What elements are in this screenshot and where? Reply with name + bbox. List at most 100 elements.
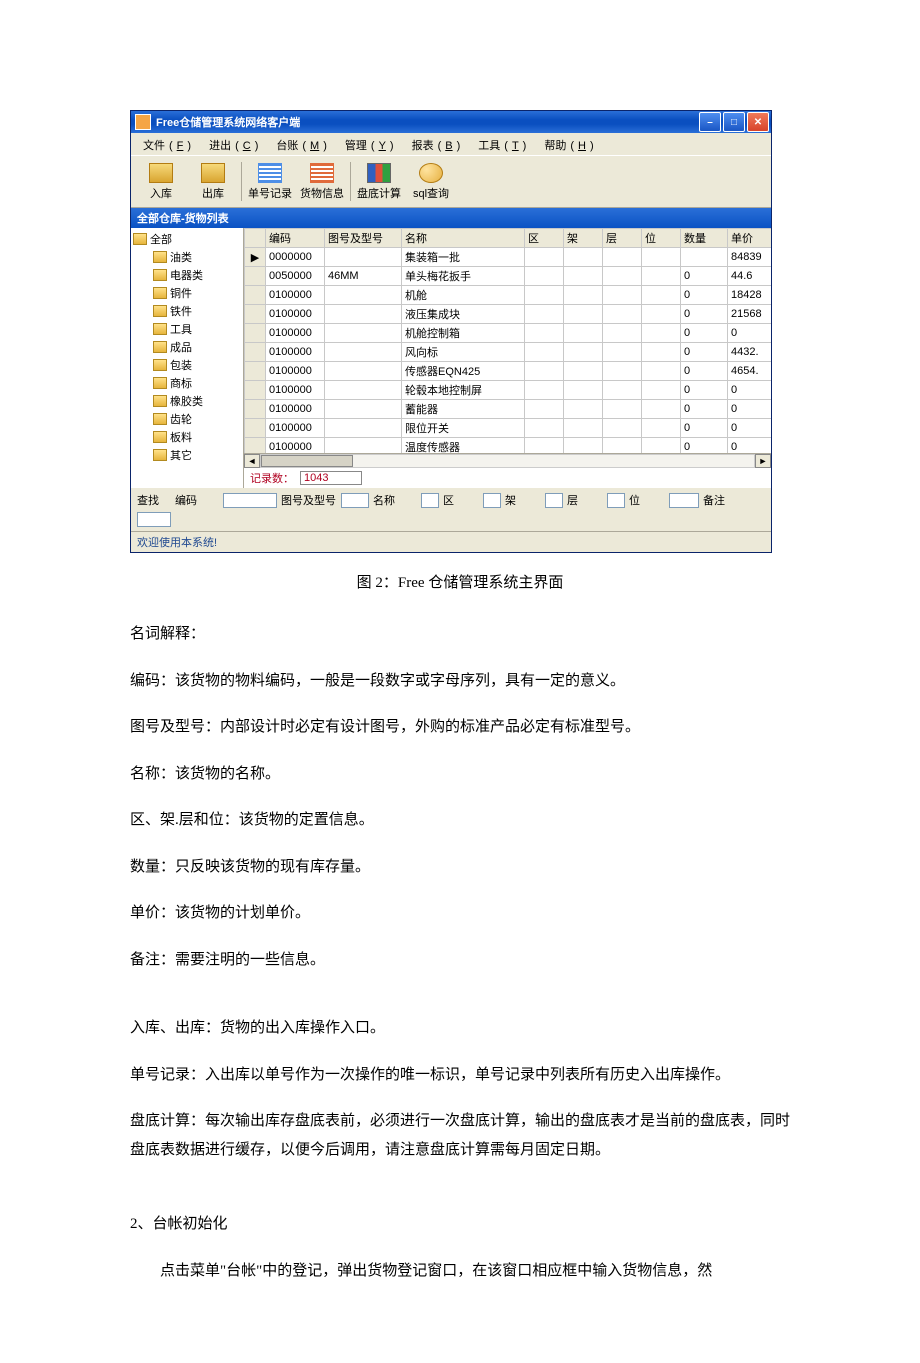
table-row[interactable]: 0100000蓄能器00欧洲 [245, 400, 772, 419]
para-io: 入库、出库：货物的出入库操作入口。 [130, 1014, 790, 1043]
search-note-input[interactable] [137, 512, 171, 527]
cell: 46MM [325, 267, 402, 286]
search-layer-input[interactable] [607, 493, 625, 508]
col-pos[interactable]: 位 [642, 229, 681, 248]
titlebar[interactable]: Free仓储管理系统网络客户端 – □ ✕ [131, 111, 771, 133]
tree-root[interactable]: 全部 [133, 230, 241, 248]
cell: 单头梅花扳手 [402, 267, 525, 286]
col-name[interactable]: 名称 [402, 229, 525, 248]
col-price[interactable]: 单价 [728, 229, 772, 248]
menu-manage[interactable]: 管理(Y) [337, 135, 398, 155]
scroll-thumb[interactable] [261, 455, 353, 467]
col-shelf[interactable]: 架 [564, 229, 603, 248]
tb-log[interactable]: 单号记录 [244, 160, 296, 203]
tree-node[interactable]: 板料 [133, 428, 241, 446]
tb-calc[interactable]: 盘底计算 [353, 160, 405, 203]
goods-table[interactable]: 编码 图号及型号 名称 区 架 层 位 数量 单价 备注 ▶0000000集装箱… [244, 228, 771, 453]
menu-report[interactable]: 报表(B) [404, 135, 465, 155]
table-row[interactable]: 005000046MM单头梅花扳手044.6湘潭 [245, 267, 772, 286]
menu-file[interactable]: 文件(F) [135, 135, 195, 155]
menu-ledger[interactable]: 台账(M) [268, 135, 331, 155]
search-name-input[interactable] [421, 493, 439, 508]
table-row[interactable]: 0100000风向标04432.欧洲 [245, 343, 772, 362]
search-code-input[interactable] [223, 493, 277, 508]
menubar: 文件(F) 进出(C) 台账(M) 管理(Y) 报表(B) 工具(T) 帮助(H… [131, 133, 771, 156]
record-count: 记录数： 1043 [244, 468, 771, 488]
cell: 液压集成块 [402, 305, 525, 324]
table-row[interactable]: 0100000轮毂本地控制屏00欧洲 [245, 381, 772, 400]
cell: 0050000 [266, 267, 325, 286]
cell: 0100000 [266, 343, 325, 362]
h-scrollbar[interactable]: ◄ ► [244, 453, 771, 468]
tree-node[interactable]: 铁件 [133, 302, 241, 320]
table-row[interactable]: 0100000传感器EQN42504654.欧洲 [245, 362, 772, 381]
col-qty[interactable]: 数量 [681, 229, 728, 248]
search-pos-input[interactable] [669, 493, 699, 508]
tb-sql[interactable]: sql查询 [405, 160, 457, 203]
tree-node[interactable]: 包装 [133, 356, 241, 374]
tree-node[interactable]: 铜件 [133, 284, 241, 302]
search-fig-input[interactable] [341, 493, 369, 508]
cell: 44.6 [728, 267, 772, 286]
scroll-right-icon[interactable]: ► [755, 454, 771, 468]
search-shelf-input[interactable] [545, 493, 563, 508]
tree-node[interactable]: 电器类 [133, 266, 241, 284]
cell: 0 [681, 438, 728, 454]
cell [325, 381, 402, 400]
folder-icon [153, 251, 167, 263]
inbox-icon [149, 163, 173, 183]
tree-node[interactable]: 商标 [133, 374, 241, 392]
cell [245, 381, 266, 400]
cell [603, 400, 642, 419]
table-row[interactable]: 0100000温度传感器00欧洲 [245, 438, 772, 454]
category-tree[interactable]: 全部 油类电器类铜件铁件工具成品包装商标橡胶类齿轮板料其它 [131, 228, 244, 488]
tree-node[interactable]: 油类 [133, 248, 241, 266]
cell [642, 419, 681, 438]
maximize-button[interactable]: □ [723, 112, 745, 132]
cell [525, 419, 564, 438]
tree-node[interactable]: 齿轮 [133, 410, 241, 428]
search-zone-input[interactable] [483, 493, 501, 508]
col-layer[interactable]: 层 [603, 229, 642, 248]
cell [245, 343, 266, 362]
barchart-icon [367, 163, 391, 183]
cell: 0 [681, 324, 728, 343]
tb-info[interactable]: 货物信息 [296, 160, 348, 203]
tb-in[interactable]: 入库 [135, 160, 187, 203]
menu-help[interactable]: 帮助(H) [536, 135, 597, 155]
tree-node[interactable]: 其它 [133, 446, 241, 464]
close-button[interactable]: ✕ [747, 112, 769, 132]
cell: 0 [728, 324, 772, 343]
cell: 0100000 [266, 305, 325, 324]
cell: 21568 [728, 305, 772, 324]
cell: 0100000 [266, 381, 325, 400]
scroll-left-icon[interactable]: ◄ [244, 454, 260, 468]
cell [642, 305, 681, 324]
cell: 84839 [728, 248, 772, 267]
table-row[interactable]: 0100000液压集成块021568欧洲 [245, 305, 772, 324]
cell [642, 343, 681, 362]
cell [325, 248, 402, 267]
para-name: 名称：该货物的名称。 [130, 760, 790, 789]
col-zone[interactable]: 区 [525, 229, 564, 248]
para-fig: 图号及型号：内部设计时必定有设计图号，外购的标准产品必定有标准型号。 [130, 713, 790, 742]
table-row[interactable]: ▶0000000集装箱一批84839欧洲 [245, 248, 772, 267]
cell: 集装箱一批 [402, 248, 525, 267]
tree-node[interactable]: 成品 [133, 338, 241, 356]
section-2-body: 点击菜单"台帐"中的登记，弹出货物登记窗口，在该窗口相应框中输入货物信息，然 [130, 1257, 790, 1286]
tree-node[interactable]: 工具 [133, 320, 241, 338]
table-row[interactable]: 0100000机舱018428欧洲 [245, 286, 772, 305]
col-code[interactable]: 编码 [266, 229, 325, 248]
col-fig[interactable]: 图号及型号 [325, 229, 402, 248]
menu-tools[interactable]: 工具(T) [470, 135, 530, 155]
para-price: 单价：该货物的计划单价。 [130, 899, 790, 928]
tb-out[interactable]: 出库 [187, 160, 239, 203]
tree-node[interactable]: 橡胶类 [133, 392, 241, 410]
folder-icon [133, 233, 147, 245]
scroll-track[interactable] [260, 454, 755, 468]
table-row[interactable]: 0100000机舱控制箱00欧洲 [245, 324, 772, 343]
menu-inout[interactable]: 进出(C) [201, 135, 262, 155]
minimize-button[interactable]: – [699, 112, 721, 132]
cell [681, 248, 728, 267]
table-row[interactable]: 0100000限位开关00欧洲 [245, 419, 772, 438]
